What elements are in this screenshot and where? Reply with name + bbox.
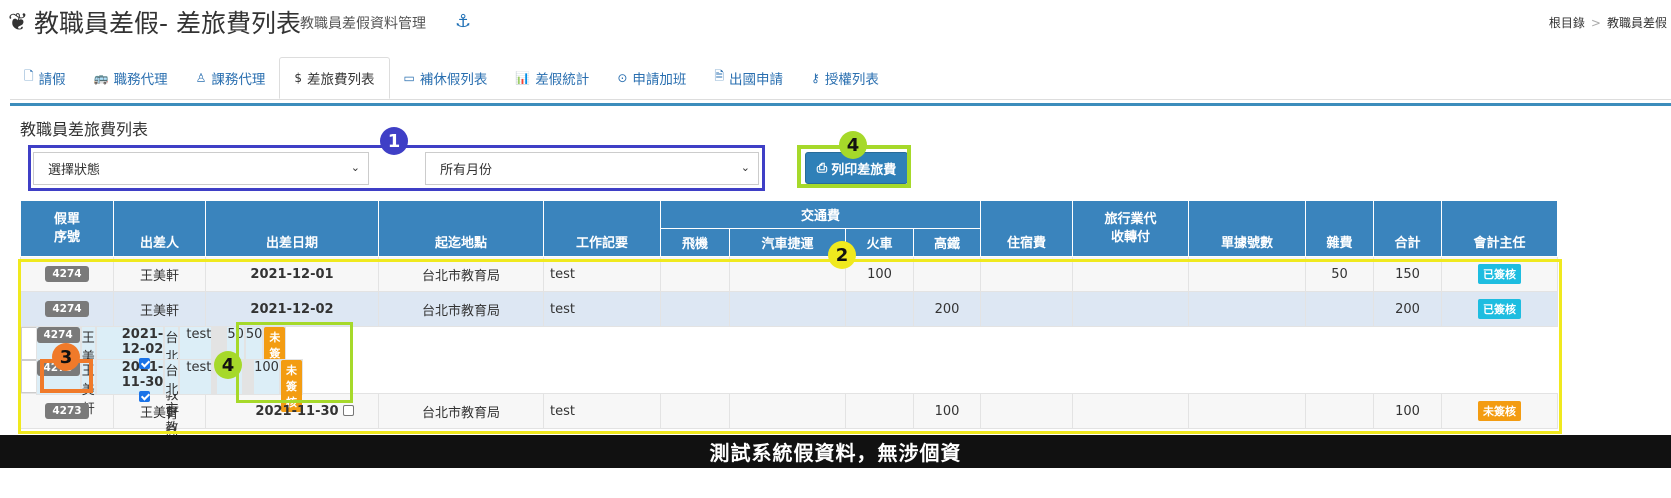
header-lodging: 住宿費 — [980, 200, 1074, 257]
tab-travel-expenses[interactable]: $ 差旅費列表 — [279, 57, 390, 99]
tab-compensatory-leave[interactable]: ▭ 補休假列表 — [390, 57, 502, 98]
breadcrumb-separator-icon: > — [1590, 16, 1601, 30]
header-accounting: 會計主任 — [1441, 200, 1559, 257]
header-date: 出差日期 — [205, 200, 379, 257]
tab-overtime[interactable]: ⊙ 申請加班 — [603, 57, 700, 98]
tab-bar: 🗋 請假 🚌 職務代理 ♙ 課務代理 $ 差旅費列表 ▭ 補休假列表 📊 差假統計 ⊙ 申請加… — [10, 57, 1671, 100]
tab-label: 請假 — [38, 71, 66, 88]
header-plane: 飛機 — [660, 228, 730, 257]
header-total: 合計 — [1373, 200, 1443, 257]
annotation-marker-4: 4 — [214, 351, 242, 379]
document-icon: 🗎 — [714, 69, 725, 83]
annotation-marker-1: 1 — [380, 127, 408, 155]
header-traveler: 出差人 — [113, 200, 206, 257]
tab-label: 申請加班 — [632, 71, 687, 88]
anchor-icon[interactable]: ⚓ — [455, 11, 471, 32]
annotation-marker-2: 2 — [828, 241, 856, 269]
tab-class-proxy[interactable]: ♙ 課務代理 — [182, 57, 280, 98]
page-title: 教職員差假- 差旅費列表 — [34, 9, 301, 38]
tab-authorization[interactable]: ⚷ 授權列表 — [797, 57, 893, 98]
breadcrumb-current: 教職員差假 — [1606, 16, 1667, 30]
person-icon: ♙ — [195, 70, 207, 85]
header-transport: 交通費 — [659, 200, 982, 229]
panel-title: 教職員差旅費列表 — [20, 120, 149, 139]
header-receipts: 單據號數 — [1188, 200, 1307, 257]
header-place: 起迄地點 — [378, 200, 544, 257]
tab-label: 課務代理 — [211, 71, 266, 88]
header-agency: 旅行業代 收轉付 — [1072, 200, 1190, 257]
tab-label: 補休假列表 — [419, 71, 488, 88]
dollar-icon: $ — [294, 71, 303, 85]
bar-chart-icon: 📊 — [515, 70, 531, 85]
annotation-marker-4: 4 — [839, 131, 867, 159]
tab-label: 差假統計 — [535, 71, 590, 88]
footer-banner: 測試系統假資料，無涉個資 — [0, 435, 1671, 468]
page-bottom — [0, 468, 1671, 498]
header-hsr: 高鐵 — [912, 228, 982, 257]
breadcrumb: 根目錄 > 教職員差假 — [1549, 14, 1667, 31]
tab-leave-statistics[interactable]: 📊 差假統計 — [501, 57, 603, 98]
clock-icon: ⊙ — [617, 70, 628, 85]
breadcrumb-root[interactable]: 根目錄 — [1549, 16, 1585, 30]
annotation-marker-3: 3 — [52, 343, 80, 371]
tab-label: 差旅費列表 — [307, 72, 375, 88]
tab-duty-proxy[interactable]: 🚌 職務代理 — [80, 57, 182, 98]
bus-icon: 🚌 — [93, 70, 109, 85]
tab-leave[interactable]: 🗋 請假 — [10, 57, 80, 98]
card-icon: ▭ — [403, 70, 415, 85]
header-id: 假單 序號 — [20, 200, 114, 257]
file-icon: 🗋 — [24, 69, 34, 83]
key-icon: ⚷ — [811, 70, 820, 85]
tab-label: 授權列表 — [824, 71, 879, 88]
annotation-box-dates — [236, 322, 353, 403]
tab-label: 出國申請 — [729, 71, 784, 88]
header-misc: 雜費 — [1305, 200, 1375, 257]
tab-label: 職務代理 — [113, 71, 168, 88]
page-subtitle: 教職員差假資料管理 — [300, 16, 426, 32]
leaf-logo-icon: ❦ — [8, 8, 29, 36]
tab-abroad[interactable]: 🗎 出國申請 — [700, 57, 797, 98]
header-work: 工作記要 — [543, 200, 661, 257]
